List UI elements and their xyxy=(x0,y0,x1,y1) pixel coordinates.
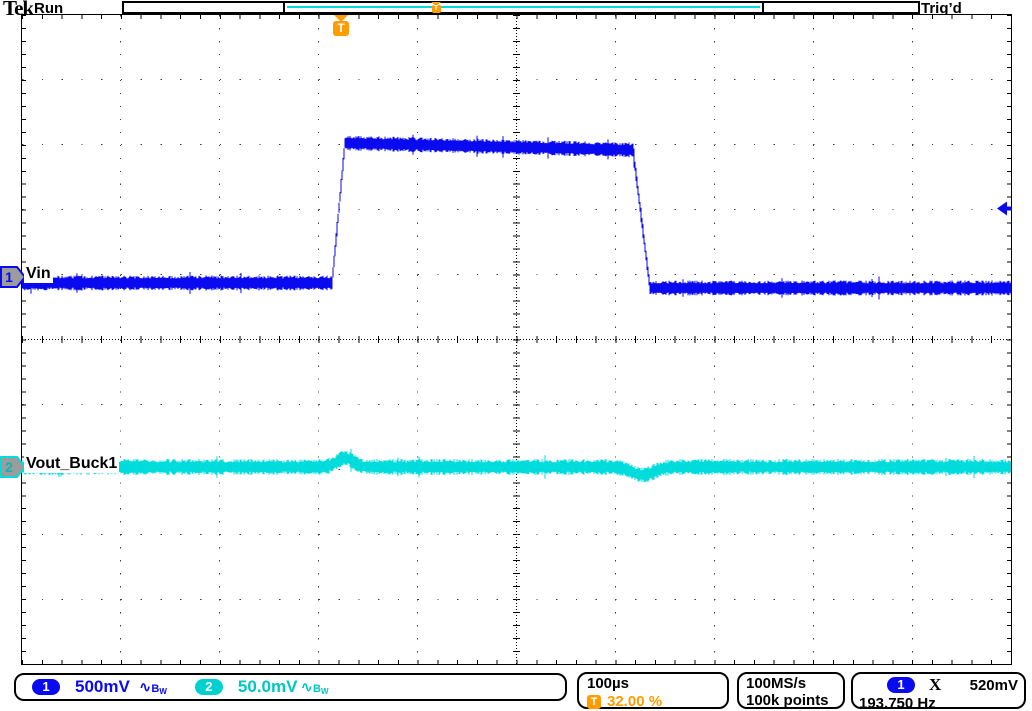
horizontal-readout-box[interactable]: 100µs T 32.00 % xyxy=(577,672,729,709)
trigger-t-icon: T xyxy=(333,21,349,36)
channel-1-badge: 1 xyxy=(32,679,60,695)
channel-2-coupling-bw-icon: ∿BW xyxy=(300,678,328,696)
trigger-position-value: 32.00 % xyxy=(607,693,662,710)
trigger-level-value: 520mV xyxy=(970,677,1018,694)
channel-1-label: Vin xyxy=(24,265,53,283)
channel-1-coupling-bw-icon: ∿BW xyxy=(139,678,167,696)
channel-2-number: 2 xyxy=(5,459,13,475)
acquisition-record-bar: T xyxy=(122,1,920,14)
record-length-value: 100k points xyxy=(746,692,843,709)
channel-1-scale: 500mV xyxy=(75,677,130,697)
trigger-t-icon: T xyxy=(432,5,441,13)
channel-1-number: 1 xyxy=(5,269,13,285)
trigger-t-badge-icon: T xyxy=(587,695,601,709)
waveform-ch1 xyxy=(22,135,1011,300)
waveform-area xyxy=(22,15,1011,664)
record-preview-line xyxy=(287,6,760,8)
timebase-value: 100µs xyxy=(587,675,727,692)
channel-scale-readout-box[interactable]: 1 500mV ∿BW 2 50.0mV ∿BW xyxy=(14,673,567,701)
trigger-slope-icon: X xyxy=(929,675,941,695)
record-window-bracket-left xyxy=(283,3,285,12)
sample-rate-value: 100MS/s xyxy=(746,675,843,692)
record-window-bracket-right xyxy=(762,3,764,12)
channel-1-marker[interactable]: 1 xyxy=(0,266,27,288)
channel-2-badge: 2 xyxy=(195,679,223,695)
graticule: T xyxy=(21,14,1012,665)
acquisition-readout-box[interactable]: 100MS/s 100k points xyxy=(737,672,845,709)
trigger-readout-box[interactable]: 1 X 520mV 193.750 Hz xyxy=(851,672,1026,709)
channel-2-label: Vout_Buck1 xyxy=(24,455,119,473)
record-trigger-marker[interactable]: T xyxy=(430,2,442,13)
channel-2-scale: 50.0mV xyxy=(238,677,298,697)
oscilloscope-screen: Tek Run T Trig’d T 1 2 Vin Vout_Buck1 xyxy=(0,0,1032,711)
trigger-frequency-value: 193.750 Hz xyxy=(859,695,1018,711)
trigger-position-marker[interactable]: T xyxy=(333,15,349,36)
trigger-level-arrow-icon[interactable] xyxy=(997,201,1012,216)
channel-2-marker[interactable]: 2 xyxy=(0,456,27,478)
trigger-source-badge: 1 xyxy=(887,677,915,693)
waveform-ch2 xyxy=(22,449,1011,483)
